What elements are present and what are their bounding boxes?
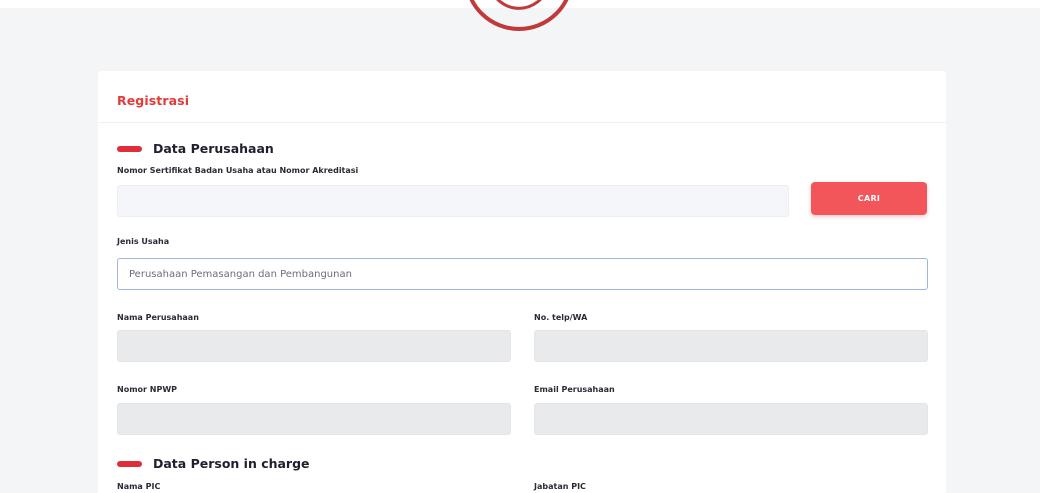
email-label: Email Perusahaan: [534, 385, 615, 394]
section-pic-heading: Data Person in charge: [117, 456, 310, 471]
company-name-input[interactable]: [117, 330, 511, 362]
section-bar-icon: [117, 145, 142, 152]
card-title: Registrasi: [117, 93, 190, 108]
section-company-title: Data Perusahaan: [153, 141, 274, 156]
search-button[interactable]: CARI: [811, 182, 927, 215]
phone-input[interactable]: [534, 330, 928, 362]
registration-page: Registrasi Data Perusahaan Nomor Sertifi…: [0, 0, 1040, 493]
certificate-input[interactable]: [117, 185, 789, 217]
logo-arc-icon: [469, 0, 569, 31]
phone-label: No. telp/WA: [534, 313, 588, 322]
pic-position-label: Jabatan PIC: [534, 482, 586, 491]
card-header: Registrasi: [98, 71, 946, 123]
company-name-label: Nama Perusahaan: [117, 313, 199, 322]
business-type-value: Perusahaan Pemasangan dan Pembangunan: [129, 268, 352, 280]
certificate-label: Nomor Sertifikat Badan Usaha atau Nomor …: [117, 166, 359, 175]
business-type-label: Jenis Usaha: [117, 237, 170, 246]
pic-name-label: Nama PIC: [117, 482, 161, 491]
email-input[interactable]: [534, 403, 928, 435]
section-bar-icon: [117, 460, 142, 467]
business-type-select[interactable]: Perusahaan Pemasangan dan Pembangunan: [117, 258, 928, 290]
npwp-input[interactable]: [117, 403, 511, 435]
npwp-label: Nomor NPWP: [117, 385, 177, 394]
registration-card: Registrasi Data Perusahaan Nomor Sertifi…: [98, 71, 946, 493]
section-company-heading: Data Perusahaan: [117, 141, 274, 156]
section-pic-title: Data Person in charge: [153, 456, 310, 471]
